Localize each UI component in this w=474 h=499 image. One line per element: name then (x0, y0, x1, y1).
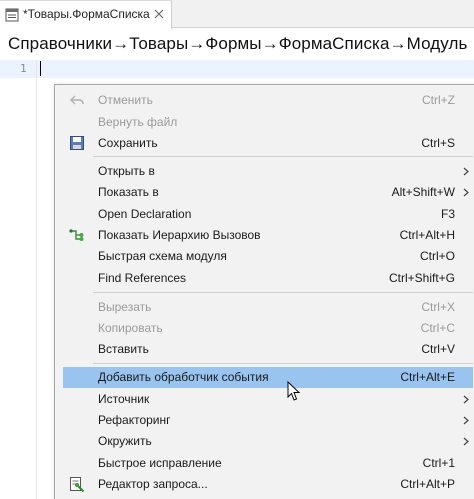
submenu-arrow-icon (463, 416, 469, 425)
menu-item-open-in[interactable]: Открыть в (63, 161, 473, 182)
undo-icon (70, 95, 84, 105)
menu-item-shortcut: Ctrl+O (419, 249, 455, 263)
menu-item-source[interactable]: Источник (63, 389, 473, 410)
context-menu: Отменить Ctrl+Z Вернуть файл Сохранить C… (54, 84, 474, 499)
menu-item-label: Рефакторинг (98, 413, 171, 427)
menu-item-surround[interactable]: Окружить (63, 431, 473, 452)
menu-item-label: Редактор запроса... (98, 477, 208, 491)
menu-item-save[interactable]: Сохранить Ctrl+S (63, 133, 473, 154)
menu-item-shortcut: Ctrl+V (421, 342, 455, 356)
menu-item-show-in[interactable]: Показать в Alt+Shift+W (63, 182, 473, 203)
menu-separator (93, 156, 473, 157)
menu-item-label: Быстрое исправление (98, 456, 222, 470)
save-icon (70, 136, 84, 150)
menu-item-label: Сохранить (98, 136, 158, 150)
submenu-arrow-icon (463, 437, 469, 446)
menu-item-label: Быстрая схема модуля (98, 249, 227, 263)
menu-item-shortcut: Ctrl+X (421, 300, 455, 314)
menu-item-label: Open Declaration (98, 207, 192, 221)
menu-item-paste[interactable]: Вставить Ctrl+V (63, 339, 473, 360)
menu-item-label: Вставить (98, 342, 149, 356)
menu-item-label: Показать Иерархию Вызовов (98, 228, 261, 242)
menu-item-shortcut: F3 (440, 207, 455, 221)
menu-item-shortcut: Ctrl+1 (422, 456, 455, 470)
menu-item-label: Открыть в (98, 164, 155, 178)
menu-item-quick-outline[interactable]: Быстрая схема модуля Ctrl+O (63, 246, 473, 267)
menu-item-shortcut: Ctrl+Z (422, 93, 455, 107)
menu-item-call-hierarchy[interactable]: Показать Иерархию Вызовов Ctrl+Alt+H (63, 225, 473, 246)
menu-item-shortcut: Ctrl+Alt+P (400, 477, 455, 491)
editor-tab[interactable]: *Товары.ФормаСписка (0, 0, 172, 29)
menu-item-label: Источник (98, 392, 150, 406)
gutter-divider (36, 60, 37, 499)
menu-item-shortcut: Ctrl+Shift+G (388, 271, 455, 285)
submenu-arrow-icon (463, 167, 469, 176)
menu-item-label: Find References (98, 271, 187, 285)
menu-item-shortcut: Ctrl+S (421, 136, 455, 150)
menu-item-copy[interactable]: Копировать Ctrl+C (63, 318, 473, 339)
menu-item-quick-fix[interactable]: Быстрое исправление Ctrl+1 (63, 453, 473, 474)
menu-item-label: Копировать (98, 321, 163, 335)
menu-item-label: Показать в (98, 185, 159, 199)
menu-item-label: Окружить (98, 434, 152, 448)
query-editor-icon (70, 477, 85, 492)
close-icon[interactable] (153, 8, 165, 20)
menu-separator (93, 363, 473, 364)
menu-item-query-editor[interactable]: Редактор запроса... Ctrl+Alt+P (63, 474, 473, 495)
menu-item-revert-file[interactable]: Вернуть файл (63, 112, 473, 133)
menu-item-cut[interactable]: Вырезать Ctrl+X (63, 297, 473, 318)
mouse-pointer-icon (287, 381, 301, 401)
breadcrumb[interactable]: Справочники→Товары→Формы→ФормаСписка→Мод… (8, 34, 467, 54)
menu-item-shortcut: Ctrl+Alt+E (400, 370, 455, 384)
current-line-highlight (0, 60, 474, 78)
line-number: 1 (20, 62, 27, 75)
tab-title: *Товары.ФормаСписка (23, 7, 150, 21)
menu-item-open-declaration[interactable]: Open Declaration F3 (63, 204, 473, 225)
editor-tab-bar: *Товары.ФормаСписка (0, 0, 474, 29)
menu-item-shortcut: Ctrl+C (420, 321, 455, 335)
submenu-arrow-icon (463, 188, 469, 197)
text-cursor (40, 61, 41, 76)
menu-item-add-event-handler[interactable]: Добавить обработчик события Ctrl+Alt+E (63, 367, 473, 388)
form-module-icon (5, 8, 19, 22)
menu-item-shortcut: Alt+Shift+W (391, 185, 455, 199)
menu-item-shortcut: Ctrl+Alt+H (399, 228, 455, 242)
menu-item-label: Отменить (98, 93, 153, 107)
call-hierarchy-icon (69, 229, 84, 241)
menu-item-label: Добавить обработчик события (98, 370, 269, 384)
menu-item-find-references[interactable]: Find References Ctrl+Shift+G (63, 268, 473, 289)
menu-item-refactoring[interactable]: Рефакторинг (63, 410, 473, 431)
submenu-arrow-icon (463, 395, 469, 404)
menu-separator (93, 292, 473, 293)
menu-item-label: Вернуть файл (98, 115, 178, 129)
menu-item-undo[interactable]: Отменить Ctrl+Z (63, 90, 473, 111)
menu-item-label: Вырезать (98, 300, 152, 314)
